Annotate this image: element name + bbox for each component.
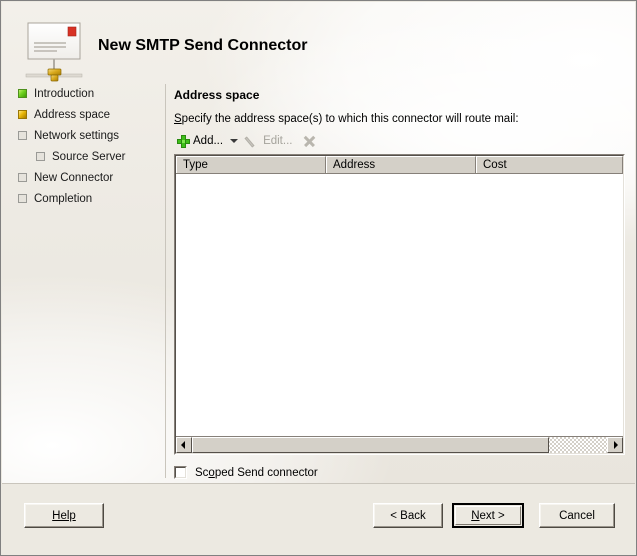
sidebar-item-label: New Connector <box>34 172 113 184</box>
sidebar-item-label: Introduction <box>34 88 94 100</box>
step-status-icon-pending <box>18 194 27 203</box>
content-panel: Address space Specify the address space(… <box>174 84 625 480</box>
help-button[interactable]: Help <box>24 503 104 528</box>
sidebar-item-network-settings[interactable]: Network settings <box>2 126 165 147</box>
wizard-window: New SMTP Send Connector Introduction Add… <box>0 0 637 556</box>
list-inner: Type Address Cost <box>175 155 624 454</box>
step-status-icon-pending <box>18 131 27 140</box>
next-button-inner: Next > <box>455 506 521 525</box>
x-delete-icon[interactable] <box>303 135 316 148</box>
wizard-steps-sidebar: Introduction Address space Network setti… <box>2 84 165 484</box>
dialog-footer: Help < Back Next > Cancel <box>2 483 635 554</box>
scoped-send-connector-checkbox[interactable] <box>174 466 187 479</box>
step-status-icon-pending <box>18 173 27 182</box>
sidebar-divider <box>165 84 166 478</box>
edit-button[interactable]: Edit... <box>244 131 295 151</box>
next-button[interactable]: Next > <box>452 503 524 528</box>
sidebar-item-introduction[interactable]: Introduction <box>2 84 165 105</box>
section-title: Address space <box>174 88 625 102</box>
back-button[interactable]: < Back <box>373 503 443 528</box>
help-button-label: Help <box>52 510 76 522</box>
sidebar-item-label: Completion <box>34 193 92 205</box>
back-button-label: < Back <box>390 510 425 522</box>
add-button-label: Add... <box>193 135 223 147</box>
step-status-icon-current <box>18 110 27 119</box>
description-text: pecify the address space(s) to which thi… <box>182 113 519 125</box>
cancel-button[interactable]: Cancel <box>539 503 615 528</box>
list-header-row: Type Address Cost <box>176 156 623 174</box>
sidebar-item-label: Source Server <box>52 151 126 163</box>
sidebar-item-new-connector[interactable]: New Connector <box>2 168 165 189</box>
sidebar-item-completion[interactable]: Completion <box>2 189 165 210</box>
green-plus-icon <box>177 135 190 148</box>
next-button-label: ext > <box>480 510 505 522</box>
checkbox-label-pre: Sc <box>195 467 208 479</box>
section-description: Specify the address space(s) to which th… <box>174 113 625 125</box>
wizard-body: New SMTP Send Connector Introduction Add… <box>2 2 635 484</box>
smtp-send-connector-icon <box>24 19 94 89</box>
next-button-accelerator: N <box>471 510 479 522</box>
checkbox-label-post: ped Send connector <box>215 467 318 479</box>
add-button[interactable]: Add... <box>174 131 226 151</box>
horizontal-scrollbar[interactable] <box>176 436 623 453</box>
chevron-down-icon[interactable] <box>230 139 238 143</box>
cancel-button-label: Cancel <box>559 510 595 522</box>
step-status-icon-pending <box>36 152 45 161</box>
pencil-icon <box>247 135 260 148</box>
scoped-send-connector-label: Scoped Send connector <box>195 467 318 479</box>
column-header-address[interactable]: Address <box>326 156 476 173</box>
address-space-list[interactable]: Type Address Cost <box>174 154 625 455</box>
sidebar-item-label: Network settings <box>34 130 119 142</box>
scrollbar-track[interactable] <box>192 437 607 453</box>
list-body-empty[interactable] <box>176 174 623 436</box>
scoped-send-connector-row[interactable]: Scoped Send connector <box>174 466 318 479</box>
address-space-toolbar: Add... Edit... <box>174 130 316 152</box>
column-header-cost[interactable]: Cost <box>476 156 623 173</box>
sidebar-item-label: Address space <box>34 109 110 121</box>
scrollbar-thumb[interactable] <box>192 437 549 453</box>
edit-button-label: Edit... <box>263 135 292 147</box>
page-title: New SMTP Send Connector <box>98 37 308 55</box>
sidebar-item-address-space[interactable]: Address space <box>2 105 165 126</box>
step-status-icon-done <box>18 89 27 98</box>
scroll-left-arrow-icon[interactable] <box>176 437 192 453</box>
scroll-right-arrow-icon[interactable] <box>607 437 623 453</box>
wizard-header: New SMTP Send Connector <box>2 2 635 82</box>
description-accelerator: S <box>174 113 182 125</box>
column-header-type[interactable]: Type <box>176 156 326 173</box>
sidebar-item-source-server[interactable]: Source Server <box>2 147 165 168</box>
